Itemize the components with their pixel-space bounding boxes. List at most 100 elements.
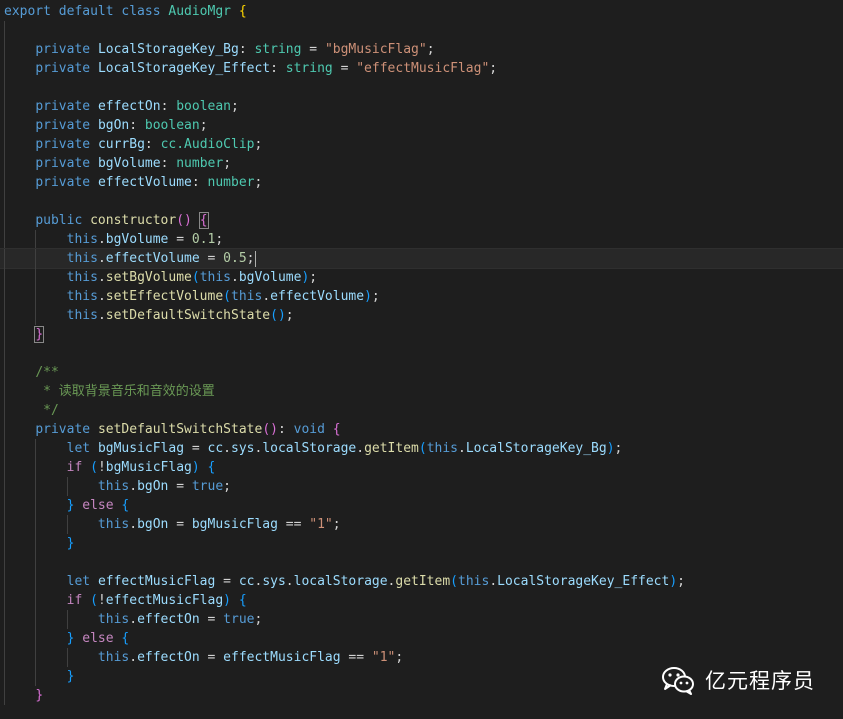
- code-line[interactable]: } else {: [0, 629, 843, 648]
- code-token: =: [199, 650, 224, 665]
- code-token: {: [332, 422, 341, 437]
- code-token: .: [129, 612, 138, 627]
- code-line[interactable]: }: [0, 534, 843, 553]
- code-line[interactable]: [0, 21, 843, 40]
- code-line[interactable]: }: [0, 325, 843, 344]
- code-token: (: [418, 441, 427, 456]
- indent-guide: [35, 306, 37, 325]
- code-token: (: [191, 270, 200, 285]
- code-line[interactable]: [0, 344, 843, 363]
- code-line[interactable]: */: [0, 401, 843, 420]
- code-line[interactable]: /**: [0, 363, 843, 382]
- code-editor[interactable]: export default class AudioMgr { private …: [0, 2, 843, 719]
- indent-guide: [4, 401, 5, 420]
- code-token: constructor: [90, 213, 177, 228]
- code-token: }: [66, 536, 75, 551]
- code-line[interactable]: private bgVolume: number;: [0, 154, 843, 173]
- code-token: {: [207, 460, 216, 475]
- code-token: :: [144, 137, 161, 152]
- code-token: bgMusicFlag: [105, 460, 192, 475]
- code-line[interactable]: this.setEffectVolume(this.effectVolume);: [0, 287, 843, 306]
- code-token: localStorage: [293, 574, 388, 589]
- code-line[interactable]: this.bgOn = bgMusicFlag == "1";: [0, 515, 843, 534]
- code-line[interactable]: private bgOn: boolean;: [0, 116, 843, 135]
- indent-guide: [35, 439, 37, 458]
- code-token: private: [35, 118, 98, 133]
- indent-guide: [35, 515, 37, 534]
- code-token: {: [121, 498, 130, 513]
- code-line[interactable]: private effectVolume: number;: [0, 173, 843, 192]
- code-token: ;: [332, 517, 341, 532]
- code-token: effectMusicFlag: [223, 650, 341, 665]
- code-token: true: [223, 612, 255, 627]
- code-token: effectVolume: [105, 251, 200, 266]
- indent-guide: [35, 553, 37, 572]
- code-token: cc.AudioClip: [160, 137, 255, 152]
- indent-guide: [35, 230, 37, 249]
- code-line[interactable]: this.effectVolume = 0.5;: [0, 248, 843, 269]
- code-token: ): [191, 460, 200, 475]
- indent-guide: [35, 458, 37, 477]
- code-token: bgVolume: [238, 270, 302, 285]
- code-token: cc: [207, 441, 224, 456]
- code-token: "bgMusicFlag": [324, 42, 427, 57]
- indent-guide: [4, 211, 5, 230]
- code-line[interactable]: [0, 192, 843, 211]
- code-line[interactable]: private LocalStorageKey_Effect: string =…: [0, 59, 843, 78]
- code-token: this: [97, 479, 130, 494]
- code-line[interactable]: this.setBgVolume(this.bgVolume);: [0, 268, 843, 287]
- code-token: private: [35, 156, 98, 171]
- code-line[interactable]: } else {: [0, 496, 843, 515]
- code-line[interactable]: private setDefaultSwitchState(): void {: [0, 420, 843, 439]
- code-token: .: [231, 270, 239, 285]
- code-token: this: [66, 251, 98, 266]
- code-line[interactable]: if (!bgMusicFlag) {: [0, 458, 843, 477]
- code-token: ;: [677, 574, 685, 589]
- code-token: number: [207, 175, 255, 190]
- indent-guide: [4, 477, 5, 496]
- code-line[interactable]: let effectMusicFlag = cc.sys.localStorag…: [0, 572, 843, 591]
- code-token: string: [254, 42, 302, 57]
- code-token: .: [97, 251, 106, 266]
- code-token: LocalStorageKey_Effect: [497, 574, 670, 589]
- code-token: setBgVolume: [105, 270, 192, 285]
- code-token: effectOn: [137, 612, 200, 627]
- code-line[interactable]: * 读取背景音乐和音效的设置: [0, 382, 843, 401]
- code-line[interactable]: public constructor() {: [0, 211, 843, 230]
- code-token: else: [82, 498, 114, 513]
- code-line[interactable]: private effectOn: boolean;: [0, 97, 843, 116]
- code-line[interactable]: private currBg: cc.AudioClip;: [0, 135, 843, 154]
- code-token: {: [198, 212, 209, 229]
- code-line[interactable]: this.effectOn = true;: [0, 610, 843, 629]
- code-token: bgMusicFlag: [191, 517, 278, 532]
- code-token: this: [66, 232, 98, 247]
- code-token: .: [97, 289, 106, 304]
- indent-guide: [4, 325, 5, 344]
- code-line[interactable]: this.bgVolume = 0.1;: [0, 230, 843, 249]
- code-token: ;: [395, 650, 404, 665]
- code-line[interactable]: [0, 553, 843, 572]
- code-line[interactable]: if (!effectMusicFlag) {: [0, 591, 843, 610]
- code-line[interactable]: let bgMusicFlag = cc.sys.localStorage.ge…: [0, 439, 843, 458]
- code-line[interactable]: [0, 78, 843, 97]
- code-line[interactable]: this.bgOn = true;: [0, 477, 843, 496]
- code-token: boolean: [144, 118, 200, 133]
- code-token: "1": [309, 517, 333, 532]
- code-token: void: [293, 422, 325, 437]
- code-line[interactable]: private LocalStorageKey_Bg: string = "bg…: [0, 40, 843, 59]
- indent-guide: [4, 553, 5, 572]
- code-token: ;: [223, 156, 232, 171]
- code-line[interactable]: export default class AudioMgr {: [0, 2, 843, 21]
- code-line[interactable]: this.setDefaultSwitchState();: [0, 306, 843, 325]
- code-token: this: [66, 308, 98, 323]
- indent-guide: [4, 268, 5, 287]
- code-token: this: [97, 612, 130, 627]
- code-token: .: [262, 289, 271, 304]
